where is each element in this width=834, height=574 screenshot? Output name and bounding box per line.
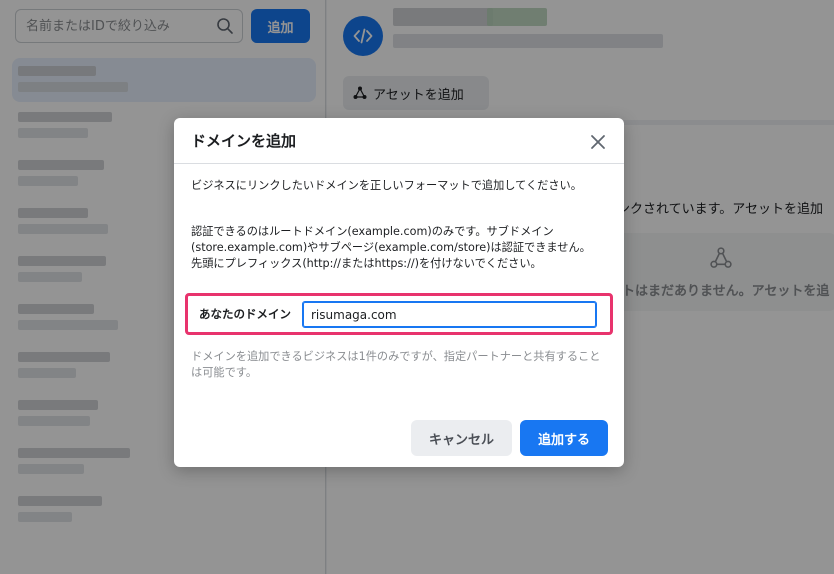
instruction-text: ビジネスにリンクしたいドメインを正しいフォーマットで追加してください。 [191, 179, 582, 192]
rules-line: 先頭にプレフィックス(http://またはhttps://)を付けないでください… [191, 257, 542, 270]
add-domain-dialog: ドメインを追加 ビジネスにリンクしたいドメインを正しいフォーマットで追加してくだ… [174, 118, 624, 467]
verification-rules: 認証できるのはルートドメイン(example.com)のみです。サブドメイン (… [191, 224, 611, 272]
sharing-note: ドメインを追加できるビジネスは1件のみですが、指定パートナーと共有することは可能… [191, 350, 601, 379]
cancel-button[interactable]: キャンセル [411, 420, 512, 456]
dialog-title: ドメインを追加 [191, 132, 297, 150]
divider [174, 163, 624, 164]
close-button[interactable] [586, 130, 610, 154]
rules-line: (store.example.com)やサブページ(example.com/st… [191, 241, 591, 254]
domain-input[interactable] [302, 301, 597, 328]
domain-field-highlight: あなたのドメイン [185, 293, 613, 335]
rules-line: 認証できるのはルートドメイン(example.com)のみです。サブドメイン [191, 225, 554, 238]
close-icon [591, 135, 605, 149]
add-domain-button[interactable]: 追加する [520, 420, 608, 456]
domain-label: あなたのドメイン [199, 307, 291, 321]
